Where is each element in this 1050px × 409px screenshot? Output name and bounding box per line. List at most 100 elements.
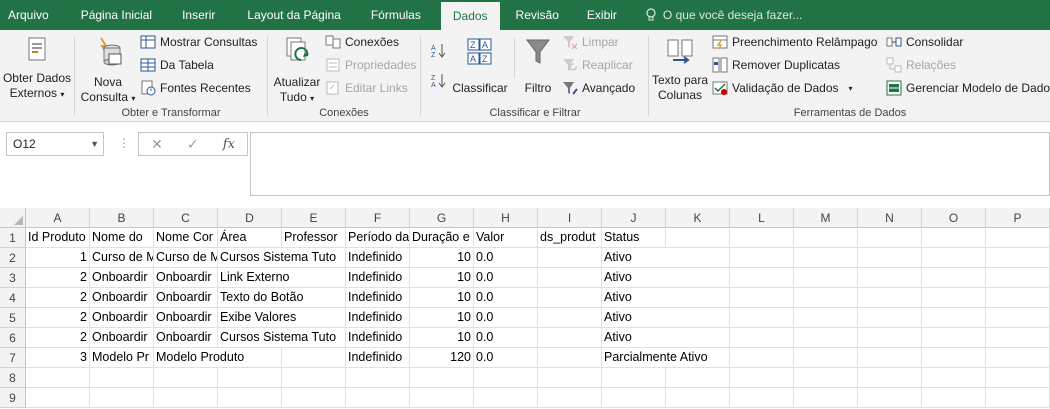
cell-f6[interactable]: Indefinido xyxy=(346,328,410,348)
cell-b9[interactable] xyxy=(90,388,154,408)
cell-e9[interactable] xyxy=(282,388,346,408)
cell-p9[interactable] xyxy=(986,388,1050,408)
cell-a2[interactable]: 1 xyxy=(26,248,90,268)
mostrar-consultas-button[interactable]: Mostrar Consultas xyxy=(140,32,257,52)
cell-h5[interactable]: 0.0 xyxy=(474,308,538,328)
tab-inserir[interactable]: Inserir xyxy=(174,0,223,30)
cell-i1[interactable]: ds_produt xyxy=(538,228,602,248)
cell-j2[interactable]: Ativo xyxy=(602,248,1050,268)
cell-c1[interactable]: Nome Cor xyxy=(154,228,218,248)
column-header-p[interactable]: P xyxy=(986,208,1050,228)
sort-a-z-button[interactable]: AZ xyxy=(430,40,446,60)
atualizar-tudo-button[interactable]: Atualizar Tudo ▾ xyxy=(271,36,323,106)
cell-b2[interactable]: Curso de M xyxy=(90,248,154,268)
cell-f8[interactable] xyxy=(346,368,410,388)
cell-i9[interactable] xyxy=(538,388,602,408)
cell-c5[interactable]: Onboardir xyxy=(154,308,218,328)
cell-f2[interactable]: Indefinido xyxy=(346,248,410,268)
cell-o1[interactable] xyxy=(922,228,986,248)
cell-i2[interactable] xyxy=(538,248,602,268)
cell-b4[interactable]: Onboardir xyxy=(90,288,154,308)
column-header-c[interactable]: C xyxy=(154,208,218,228)
select-all-button[interactable] xyxy=(0,208,26,228)
cell-c6[interactable]: Onboardir xyxy=(154,328,218,348)
sort-z-a-button[interactable]: ZA xyxy=(430,70,446,90)
cell-c9[interactable] xyxy=(154,388,218,408)
cell-d5[interactable]: Exibe Valores xyxy=(218,308,346,328)
tab-revisao[interactable]: Revisão xyxy=(508,0,567,30)
cell-a8[interactable] xyxy=(26,368,90,388)
tab-formulas[interactable]: Fórmulas xyxy=(363,0,429,30)
cell-j9[interactable] xyxy=(602,388,666,408)
cell-l1[interactable] xyxy=(730,228,794,248)
reaplicar-button[interactable]: Reaplicar xyxy=(562,55,633,75)
cell-h6[interactable]: 0.0 xyxy=(474,328,538,348)
cell-c3[interactable]: Onboardir xyxy=(154,268,218,288)
cell-g2[interactable]: 10 xyxy=(410,248,474,268)
cell-c7[interactable]: Modelo Produto xyxy=(154,348,346,368)
column-header-k[interactable]: K xyxy=(666,208,730,228)
gerenciar-modelo-button[interactable]: Gerenciar Modelo de Dados xyxy=(886,78,1050,98)
tab-dados[interactable]: Dados xyxy=(440,2,500,30)
fontes-recentes-button[interactable]: Fontes Recentes xyxy=(140,78,251,98)
drag-handle-icon[interactable]: ⋮ xyxy=(118,136,130,150)
column-header-g[interactable]: G xyxy=(410,208,474,228)
cell-j3[interactable]: Ativo xyxy=(602,268,1050,288)
column-header-d[interactable]: D xyxy=(218,208,282,228)
cell-l9[interactable] xyxy=(730,388,794,408)
cell-g7[interactable]: 120 xyxy=(410,348,474,368)
cell-p8[interactable] xyxy=(986,368,1050,388)
da-tabela-button[interactable]: Da Tabela xyxy=(140,55,214,75)
cell-g3[interactable]: 10 xyxy=(410,268,474,288)
cell-b8[interactable] xyxy=(90,368,154,388)
cell-g9[interactable] xyxy=(410,388,474,408)
validacao-dados-button[interactable]: Validação de Dados ▾ xyxy=(712,78,853,98)
cell-n1[interactable] xyxy=(858,228,922,248)
column-header-a[interactable]: A xyxy=(26,208,90,228)
cell-m9[interactable] xyxy=(794,388,858,408)
cell-g1[interactable]: Duração e xyxy=(410,228,474,248)
cell-g8[interactable] xyxy=(410,368,474,388)
cell-j7[interactable]: Parcialmente Ativo xyxy=(602,348,1050,368)
cell-b1[interactable]: Nome do xyxy=(90,228,154,248)
cell-j5[interactable]: Ativo xyxy=(602,308,1050,328)
cell-j6[interactable]: Ativo xyxy=(602,328,1050,348)
consolidar-button[interactable]: Consolidar xyxy=(886,32,963,52)
row-header-7[interactable]: 7 xyxy=(0,348,26,368)
cell-a5[interactable]: 2 xyxy=(26,308,90,328)
relacoes-button[interactable]: Relações xyxy=(886,55,956,75)
cell-f7[interactable]: Indefinido xyxy=(346,348,410,368)
cell-d4[interactable]: Texto do Botão xyxy=(218,288,346,308)
cell-g6[interactable]: 10 xyxy=(410,328,474,348)
cell-c8[interactable] xyxy=(154,368,218,388)
cell-h4[interactable]: 0.0 xyxy=(474,288,538,308)
cell-d6[interactable]: Cursos Sistema Tuto xyxy=(218,328,346,348)
cell-b7[interactable]: Modelo Pr xyxy=(90,348,154,368)
cell-f5[interactable]: Indefinido xyxy=(346,308,410,328)
cell-e1[interactable]: Professor xyxy=(282,228,346,248)
cell-h2[interactable]: 0.0 xyxy=(474,248,538,268)
cell-i5[interactable] xyxy=(538,308,602,328)
obter-dados-externos-button[interactable]: Obter Dados Externos ▾ xyxy=(2,36,72,102)
name-box[interactable]: O12 ▼ xyxy=(6,132,104,156)
column-header-i[interactable]: I xyxy=(538,208,602,228)
cell-a4[interactable]: 2 xyxy=(26,288,90,308)
propriedades-button[interactable]: Propriedades xyxy=(325,55,416,75)
cell-k9[interactable] xyxy=(666,388,730,408)
cell-f1[interactable]: Período da xyxy=(346,228,410,248)
cell-h1[interactable]: Valor xyxy=(474,228,538,248)
tab-exibir[interactable]: Exibir xyxy=(579,0,625,30)
cell-i3[interactable] xyxy=(538,268,602,288)
nova-consulta-button[interactable]: Nova Consulta ▾ xyxy=(78,36,138,106)
cell-m8[interactable] xyxy=(794,368,858,388)
cell-h3[interactable]: 0.0 xyxy=(474,268,538,288)
confirm-icon[interactable]: ✓ xyxy=(187,136,199,153)
cell-k1[interactable] xyxy=(666,228,730,248)
tell-me-box[interactable]: O que você deseja fazer... xyxy=(637,0,810,30)
row-header-4[interactable]: 4 xyxy=(0,288,26,308)
cell-k8[interactable] xyxy=(666,368,730,388)
cell-a3[interactable]: 2 xyxy=(26,268,90,288)
tab-arquivo[interactable]: Arquivo xyxy=(0,0,57,30)
cell-h7[interactable]: 0.0 xyxy=(474,348,538,368)
cell-n9[interactable] xyxy=(858,388,922,408)
